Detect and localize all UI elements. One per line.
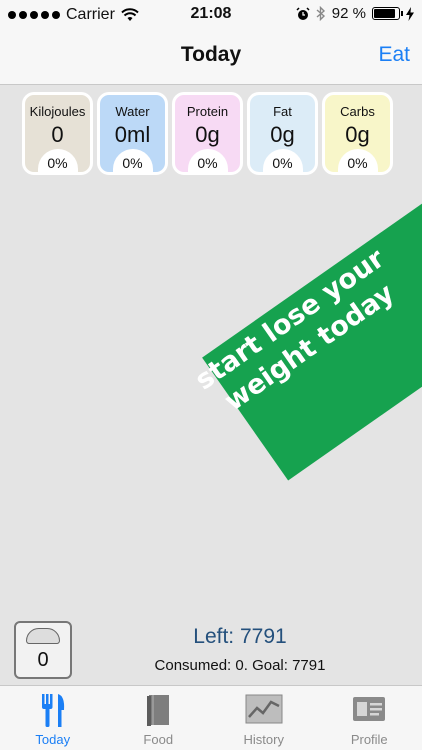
- alarm-icon: [296, 6, 310, 20]
- navigation-bar: Today Eat: [0, 30, 422, 85]
- status-right: 92 %: [296, 5, 414, 22]
- battery-percent: 92 %: [331, 5, 366, 22]
- consumed-goal: Consumed: 0. Goal: 7791: [154, 657, 326, 674]
- tab-label: Profile: [350, 732, 388, 747]
- battery-icon: [372, 7, 403, 20]
- stat-percent: 0%: [112, 149, 153, 175]
- bluetooth-icon: [316, 6, 325, 21]
- stat-label: Protein: [186, 104, 229, 119]
- stat-value: 0g: [345, 122, 370, 147]
- tab-bar: Today Food History Profile: [0, 685, 422, 750]
- stat-tile-carbs[interactable]: Carbs 0g 0%: [322, 92, 393, 175]
- left-remaining: Left: 7791: [193, 625, 287, 648]
- stat-tile-kilojoules[interactable]: Kilojoules 0 0%: [22, 92, 93, 175]
- tab-food[interactable]: Food: [106, 686, 212, 750]
- stat-label: Water: [115, 104, 150, 119]
- chart-line-icon: [245, 694, 283, 724]
- battery-fill: [374, 9, 396, 18]
- stat-tile-water[interactable]: Water 0ml 0%: [97, 92, 168, 175]
- scale-value: 0: [37, 649, 49, 671]
- profile-card-icon: [353, 697, 386, 721]
- stat-label: Fat: [273, 104, 292, 119]
- tab-label: Food: [143, 732, 174, 747]
- stat-percent: 0%: [187, 149, 228, 175]
- stat-percent: 0%: [337, 149, 378, 175]
- stat-value: 0ml: [114, 122, 151, 147]
- book-icon: [147, 695, 170, 726]
- eat-button[interactable]: Eat: [378, 43, 410, 67]
- tab-label: History: [243, 732, 284, 747]
- status-bar: Carrier 21:08 92 %: [0, 0, 422, 30]
- nutrition-stats: Kilojoules 0 0% Water 0ml 0% Protein 0g …: [22, 92, 393, 175]
- weight-scale-button[interactable]: 0: [14, 621, 72, 679]
- tab-today[interactable]: Today: [0, 686, 106, 750]
- tab-profile[interactable]: Profile: [317, 686, 422, 750]
- stat-value: 0g: [270, 122, 295, 147]
- stat-value: 0g: [195, 122, 220, 147]
- stat-label: Carbs: [340, 104, 375, 119]
- stat-tile-fat[interactable]: Fat 0g 0%: [247, 92, 318, 175]
- tab-label: Today: [35, 732, 71, 747]
- stat-percent: 0%: [262, 149, 303, 175]
- stat-tile-protein[interactable]: Protein 0g 0%: [172, 92, 243, 175]
- page-title: Today: [180, 43, 242, 66]
- tab-history[interactable]: History: [211, 686, 317, 750]
- stat-percent: 0%: [37, 149, 78, 175]
- fork-knife-icon: [41, 694, 64, 727]
- charging-icon: [406, 6, 414, 21]
- stat-value: 0: [51, 122, 64, 147]
- stat-label: Kilojoules: [29, 104, 86, 119]
- scale-icon: [26, 628, 60, 644]
